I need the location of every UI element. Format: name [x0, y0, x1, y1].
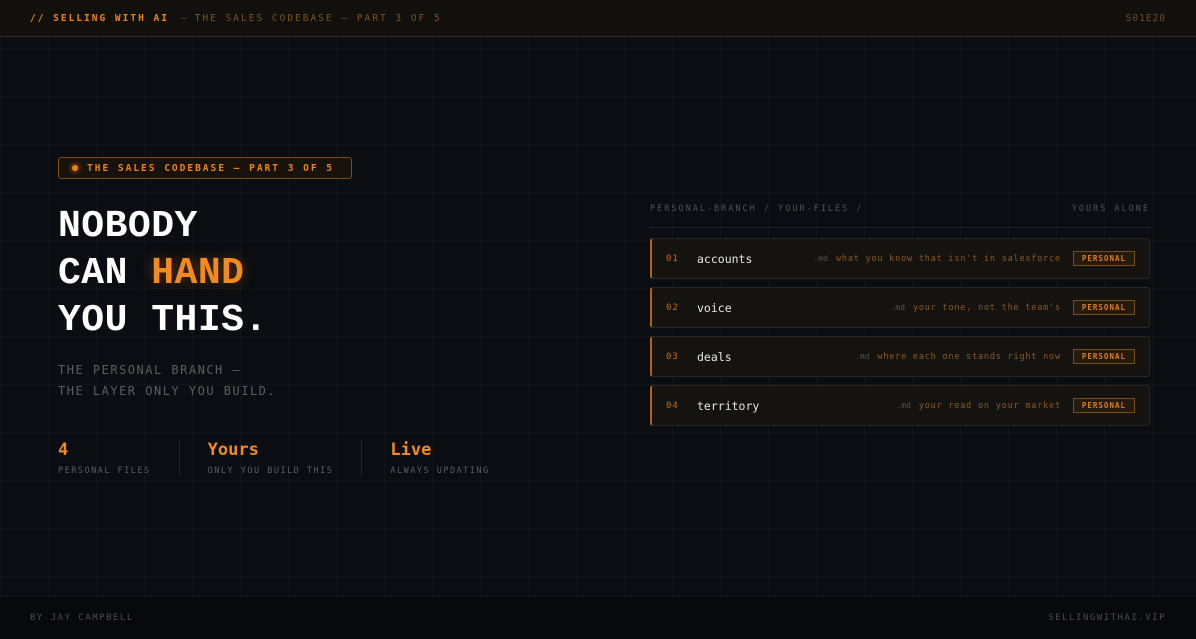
file-name: voice — [697, 300, 732, 315]
file-row-accounts[interactable]: 01 accounts .md what you know that isn't… — [650, 238, 1150, 279]
subheadline-line-1: THE PERSONAL BRANCH — — [58, 363, 242, 377]
file-index: 04 — [666, 400, 679, 411]
headline-line-2-text: CAN — [58, 252, 152, 295]
series-subtitle: THE SALES CODEBASE — PART 3 OF 5 — [194, 12, 442, 24]
brand-title: // SELLING WITH AI — [30, 12, 169, 24]
stat-value: 4 — [58, 440, 69, 460]
file-extension: .md — [890, 303, 905, 312]
file-name: deals — [697, 349, 732, 364]
top-bar: // SELLING WITH AI — THE SALES CODEBASE … — [0, 0, 1196, 37]
personal-badge: PERSONAL — [1072, 398, 1135, 413]
stat-label: ONLY YOU BUILD THIS — [207, 466, 334, 476]
stat-yours: Yours ONLY YOU BUILD THIS — [178, 440, 362, 476]
file-index: 02 — [666, 302, 679, 313]
file-path: PERSONAL-BRANCH / YOUR-FILES / — [650, 204, 864, 214]
headline-line-3: YOU THIS. — [58, 299, 268, 342]
file-description: where each one stands right now — [877, 351, 1061, 362]
footer: BY JAY CAMPBELL SELLINGWITHAI.VIP — [0, 596, 1196, 639]
headline-line-2: CAN HAND — [58, 250, 268, 297]
episode-code: S01E20 — [1125, 12, 1166, 24]
file-extension: .md — [854, 352, 870, 361]
file-description: your tone, not the team's — [912, 302, 1061, 313]
file-panel-header: PERSONAL-BRANCH / YOUR-FILES / YOURS ALO… — [650, 204, 1150, 228]
status-dot-icon — [72, 165, 78, 171]
stat-label: ALWAYS UPDATING — [390, 466, 490, 476]
file-extension: .md — [813, 254, 828, 263]
file-description: your read on your market — [918, 400, 1061, 411]
file-description: what you know that isn't in salesforce — [836, 253, 1061, 264]
site-link[interactable]: SELLINGWITHAI.VIP — [1048, 613, 1166, 623]
file-list: 01 accounts .md what you know that isn't… — [650, 238, 1150, 434]
stat-value: Yours — [207, 440, 259, 460]
author-credit: BY JAY CAMPBELL — [30, 613, 134, 623]
file-name: territory — [697, 398, 760, 413]
series-tag-label: THE SALES CODEBASE — PART 3 OF 5 — [87, 162, 335, 174]
file-index: 01 — [666, 253, 679, 264]
headline: NOBODY CAN HAND YOU THIS. — [58, 203, 268, 344]
headline-line-1: NOBODY — [58, 205, 198, 248]
subheadline-line-2: THE LAYER ONLY YOU BUILD. — [58, 384, 277, 398]
stat-live: Live ALWAYS UPDATING — [361, 440, 517, 476]
personal-badge: PERSONAL — [1072, 251, 1135, 266]
file-name: accounts — [697, 251, 753, 266]
stat-label: PERSONAL FILES — [58, 466, 151, 476]
subheadline: THE PERSONAL BRANCH — THE LAYER ONLY YOU… — [58, 360, 276, 402]
file-index: 03 — [666, 351, 679, 362]
series-tag: THE SALES CODEBASE — PART 3 OF 5 — [58, 157, 352, 179]
file-row-voice[interactable]: 02 voice .md your tone, not the team's P… — [650, 287, 1150, 328]
stat-personal-files: 4 PERSONAL FILES — [58, 440, 179, 476]
stat-value: Live — [390, 440, 432, 460]
file-row-territory[interactable]: 04 territory .md your read on your marke… — [650, 385, 1150, 426]
personal-badge: PERSONAL — [1072, 300, 1135, 315]
file-extension: .md — [896, 401, 911, 410]
headline-highlight: HAND — [151, 252, 245, 295]
personal-badge: PERSONAL — [1072, 349, 1135, 364]
stats-row: 4 PERSONAL FILES Yours ONLY YOU BUILD TH… — [58, 440, 518, 476]
title-separator: — — [180, 12, 189, 24]
file-row-deals[interactable]: 03 deals .md where each one stands right… — [650, 336, 1150, 377]
file-panel-note: YOURS ALONE — [1071, 204, 1150, 214]
